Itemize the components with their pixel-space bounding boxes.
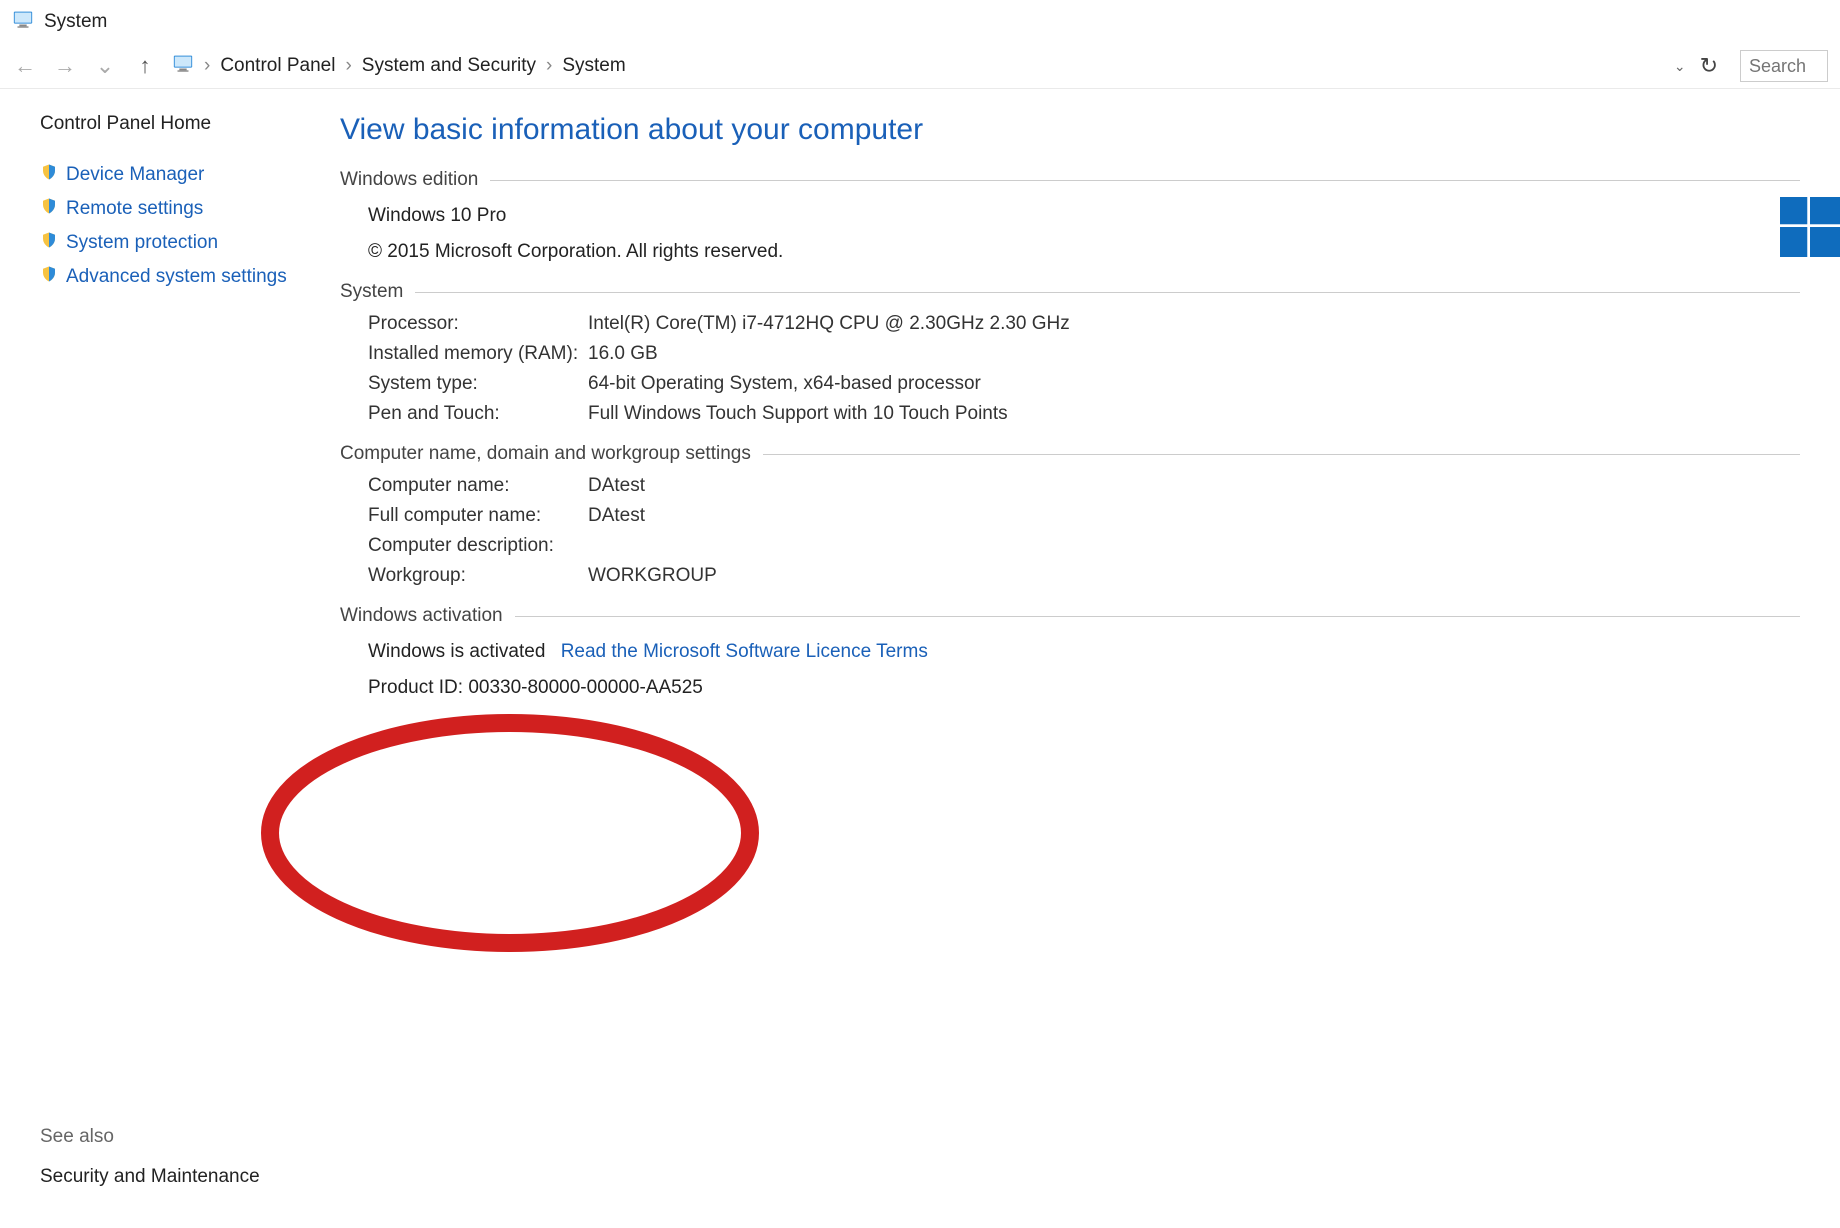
row-pen-touch: Pen and Touch:Full Windows Touch Support… xyxy=(368,403,1800,425)
sidebar-link-label: System protection xyxy=(66,232,218,254)
sidebar-link-remote-settings[interactable]: Remote settings xyxy=(40,197,340,221)
shield-icon xyxy=(40,231,58,255)
address-bar[interactable]: › Control Panel › System and Security › … xyxy=(172,52,1686,80)
value: 64-bit Operating System, x64-based proce… xyxy=(588,373,981,395)
value: Intel(R) Core(TM) i7-4712HQ CPU @ 2.30GH… xyxy=(588,313,1070,335)
section-title: System xyxy=(340,281,403,303)
value: DAtest xyxy=(588,505,645,527)
value: 16.0 GB xyxy=(588,343,658,365)
window-title: System xyxy=(44,11,107,33)
row-system-type: System type:64-bit Operating System, x64… xyxy=(368,373,1800,395)
see-also-heading: See also xyxy=(40,1126,260,1148)
content: View basic information about your comput… xyxy=(340,113,1840,699)
page-heading: View basic information about your comput… xyxy=(340,113,1800,147)
label: System type: xyxy=(368,373,588,395)
sidebar-link-advanced-system-settings[interactable]: Advanced system settings xyxy=(40,265,340,289)
label: Full computer name: xyxy=(368,505,588,527)
sidebar: Control Panel Home Device Manager Remote… xyxy=(0,113,340,699)
licence-terms-link[interactable]: Read the Microsoft Software Licence Term… xyxy=(561,641,928,662)
chevron-right-icon: › xyxy=(204,55,210,77)
row-ram: Installed memory (RAM):16.0 GB xyxy=(368,343,1800,365)
shield-icon xyxy=(40,163,58,187)
control-panel-home-link[interactable]: Control Panel Home xyxy=(40,113,340,135)
up-button[interactable]: ↑ xyxy=(132,53,158,79)
label: Computer description: xyxy=(368,535,588,557)
value: Full Windows Touch Support with 10 Touch… xyxy=(588,403,1008,425)
activation-status: Windows is activated xyxy=(368,641,545,662)
product-id: Product ID: 00330-80000-00000-AA525 xyxy=(368,677,1800,699)
section-windows-activation: Windows activation xyxy=(340,605,1800,627)
search-input[interactable] xyxy=(1740,50,1828,82)
row-full-computer-name: Full computer name:DAtest xyxy=(368,505,1800,527)
sidebar-link-device-manager[interactable]: Device Manager xyxy=(40,163,340,187)
copyright-text: © 2015 Microsoft Corporation. All rights… xyxy=(368,241,1800,263)
edition-name: Windows 10 Pro xyxy=(368,205,1800,227)
recent-dropdown[interactable]: ⌄ xyxy=(92,53,118,79)
section-system: System xyxy=(340,281,1800,303)
sidebar-link-label: Remote settings xyxy=(66,198,203,220)
breadcrumb-control-panel[interactable]: Control Panel xyxy=(220,55,335,77)
label: Computer name: xyxy=(368,475,588,497)
shield-icon xyxy=(40,265,58,289)
label: Processor: xyxy=(368,313,588,335)
annotation-circle xyxy=(250,703,770,969)
back-button[interactable]: ← xyxy=(12,53,38,79)
chevron-right-icon: › xyxy=(546,55,552,77)
activation-status-row: Windows is activated Read the Microsoft … xyxy=(368,641,1800,663)
titlebar: System xyxy=(0,0,1840,44)
row-computer-description: Computer description: xyxy=(368,535,1800,557)
forward-button[interactable]: → xyxy=(52,53,78,79)
section-title: Windows activation xyxy=(340,605,503,627)
section-computer-name: Computer name, domain and workgroup sett… xyxy=(340,443,1800,465)
chevron-right-icon: › xyxy=(345,55,351,77)
label: Workgroup: xyxy=(368,565,588,587)
section-title: Windows edition xyxy=(340,169,478,191)
sidebar-link-label: Advanced system settings xyxy=(66,266,287,288)
system-icon xyxy=(12,8,34,36)
label: Pen and Touch: xyxy=(368,403,588,425)
value: DAtest xyxy=(588,475,645,497)
section-windows-edition: Windows edition xyxy=(340,169,1800,191)
windows-logo-icon xyxy=(1780,197,1840,263)
address-dropdown[interactable]: ⌄ xyxy=(1674,58,1686,75)
breadcrumb-system-and-security[interactable]: System and Security xyxy=(362,55,536,77)
main-area: Control Panel Home Device Manager Remote… xyxy=(0,89,1840,699)
shield-icon xyxy=(40,197,58,221)
see-also: See also Security and Maintenance xyxy=(40,1126,260,1188)
sidebar-link-label: Device Manager xyxy=(66,164,204,186)
label: Installed memory (RAM): xyxy=(368,343,588,365)
section-title: Computer name, domain and workgroup sett… xyxy=(340,443,751,465)
row-computer-name: Computer name:DAtest xyxy=(368,475,1800,497)
row-workgroup: Workgroup:WORKGROUP xyxy=(368,565,1800,587)
system-icon xyxy=(172,52,194,80)
sidebar-link-system-protection[interactable]: System protection xyxy=(40,231,340,255)
row-processor: Processor:Intel(R) Core(TM) i7-4712HQ CP… xyxy=(368,313,1800,335)
see-also-link-security-and-maintenance[interactable]: Security and Maintenance xyxy=(40,1166,260,1188)
breadcrumb-system[interactable]: System xyxy=(562,55,625,77)
refresh-button[interactable]: ↻ xyxy=(1700,53,1718,79)
value: WORKGROUP xyxy=(588,565,717,587)
nav-bar: ← → ⌄ ↑ › Control Panel › System and Sec… xyxy=(0,44,1840,89)
